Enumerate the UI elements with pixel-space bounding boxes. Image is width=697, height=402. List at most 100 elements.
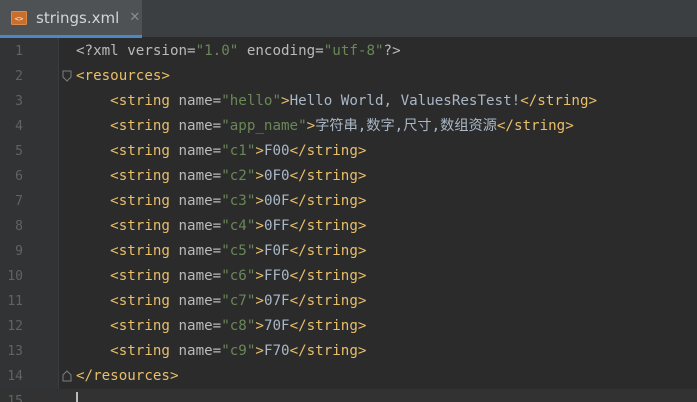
attr-value: "c7" <box>221 293 256 309</box>
string-open-tag: <string <box>110 243 170 259</box>
code-text: <string name="c2">0F0</string> <box>76 164 366 189</box>
xml-declaration-open: <?xml <box>76 43 119 59</box>
code-line[interactable]: 9 <string name="c5">F0F</string> <box>0 239 697 264</box>
line-number: 6 <box>15 169 23 184</box>
string-content: 00F <box>263 193 290 209</box>
code-line[interactable]: 6 <string name="c2">0F0</string> <box>0 164 697 189</box>
string-open-tag: <string <box>110 218 170 234</box>
attr-name: name= <box>169 318 222 334</box>
attr-name: name= <box>169 93 222 109</box>
string-close-tag: </string> <box>289 268 367 284</box>
string-content: F0F <box>263 243 290 259</box>
tag-end: > <box>255 293 264 309</box>
attr-value: "app_name" <box>221 118 307 134</box>
attr-value: "c2" <box>221 168 256 184</box>
code-line[interactable]: 1 <?xml version="1.0" encoding="utf-8"?> <box>0 39 697 64</box>
line-number: 11 <box>7 294 23 309</box>
string-open-tag: <string <box>110 168 170 184</box>
string-close-tag: </string> <box>289 318 367 334</box>
attr-value: "c5" <box>221 243 256 259</box>
code-text: <?xml version="1.0" encoding="utf-8"?> <box>76 39 401 64</box>
string-close-tag: </string> <box>289 343 367 359</box>
string-open-tag: <string <box>110 293 170 309</box>
string-content: 70F <box>263 318 290 334</box>
code-line[interactable]: 5 <string name="c1">F00</string> <box>0 139 697 164</box>
tag-end: > <box>255 193 264 209</box>
line-number: 13 <box>7 344 23 359</box>
xml-declaration-close: ?> <box>383 43 401 59</box>
code-line[interactable]: 13 <string name="c9">F70</string> <box>0 339 697 364</box>
string-close-tag: </string> <box>289 143 367 159</box>
string-close-tag: </string> <box>496 118 574 134</box>
string-content: 0F0 <box>263 168 290 184</box>
line-number: 10 <box>7 269 23 284</box>
code-line[interactable]: 15 <box>0 389 697 402</box>
string-content: 0FF <box>263 218 290 234</box>
string-open-tag: <string <box>110 318 170 334</box>
string-content: 字符串,数字,尺寸,数组资源 <box>315 118 497 134</box>
code-line[interactable]: 7 <string name="c3">00F</string> <box>0 189 697 214</box>
line-number: 4 <box>15 119 23 134</box>
line-number: 2 <box>15 69 23 84</box>
fold-open-icon[interactable] <box>62 70 72 82</box>
fold-close-icon[interactable] <box>62 370 72 382</box>
tag-end: > <box>281 93 290 109</box>
string-content: 07F <box>263 293 290 309</box>
tab-bar: <> strings.xml ✕ <box>0 0 697 38</box>
attr-name: name= <box>169 193 222 209</box>
code-line[interactable]: 14 </resources> <box>0 364 697 389</box>
code-text <box>76 389 78 402</box>
editor-window: <> strings.xml ✕ 1 <?xml version="1.0" en… <box>0 0 697 402</box>
string-content: F00 <box>263 143 290 159</box>
tag-end: > <box>255 168 264 184</box>
close-icon[interactable]: ✕ <box>129 10 140 25</box>
string-close-tag: </string> <box>289 293 367 309</box>
string-content: Hello World, ValuesResTest! <box>289 93 521 109</box>
tag-end: > <box>255 218 264 234</box>
code-line[interactable]: 4 <string name="app_name">字符串,数字,尺寸,数组资源… <box>0 114 697 139</box>
attr-value: "utf-8" <box>323 43 384 59</box>
attr-name: name= <box>169 118 222 134</box>
code-line[interactable]: 8 <string name="c4">0FF</string> <box>0 214 697 239</box>
string-open-tag: <string <box>110 268 170 284</box>
tag-end: > <box>306 118 316 134</box>
string-close-tag: </string> <box>289 168 367 184</box>
code-text: <string name="c1">F00</string> <box>76 139 366 164</box>
code-line[interactable]: 10 <string name="c6">FF0</string> <box>0 264 697 289</box>
code-line[interactable]: 11 <string name="c7">07F</string> <box>0 289 697 314</box>
attr-name: name= <box>169 268 222 284</box>
string-open-tag: <string <box>110 343 170 359</box>
attr-value: "c6" <box>221 268 256 284</box>
attr-value: "c9" <box>221 343 256 359</box>
string-close-tag: </string> <box>520 93 598 109</box>
tag-end: > <box>255 243 264 259</box>
line-number: 5 <box>15 144 23 159</box>
attr-value: "1.0" <box>195 43 239 59</box>
code-text: <string name="c4">0FF</string> <box>76 214 366 239</box>
code-line[interactable]: 12 <string name="c8">70F</string> <box>0 314 697 339</box>
code-line[interactable]: 3 <string name="hello">Hello World, Valu… <box>0 89 697 114</box>
line-number: 12 <box>7 319 23 334</box>
code-text: <string name="c3">00F</string> <box>76 189 366 214</box>
string-open-tag: <string <box>110 93 170 109</box>
tag-end: > <box>255 143 264 159</box>
attr-value: "c4" <box>221 218 256 234</box>
code-text: <string name="c7">07F</string> <box>76 289 366 314</box>
attr-value: "c3" <box>221 193 256 209</box>
string-open-tag: <string <box>110 193 170 209</box>
code-line[interactable]: 2 <resources> <box>0 64 697 89</box>
svg-text:<>: <> <box>15 15 23 23</box>
text-caret <box>76 392 78 402</box>
string-open-tag: <string <box>110 118 170 134</box>
resources-open-tag: <resources> <box>76 68 170 84</box>
tab-strings-xml[interactable]: <> strings.xml ✕ <box>0 0 142 38</box>
line-number: 1 <box>15 44 23 59</box>
